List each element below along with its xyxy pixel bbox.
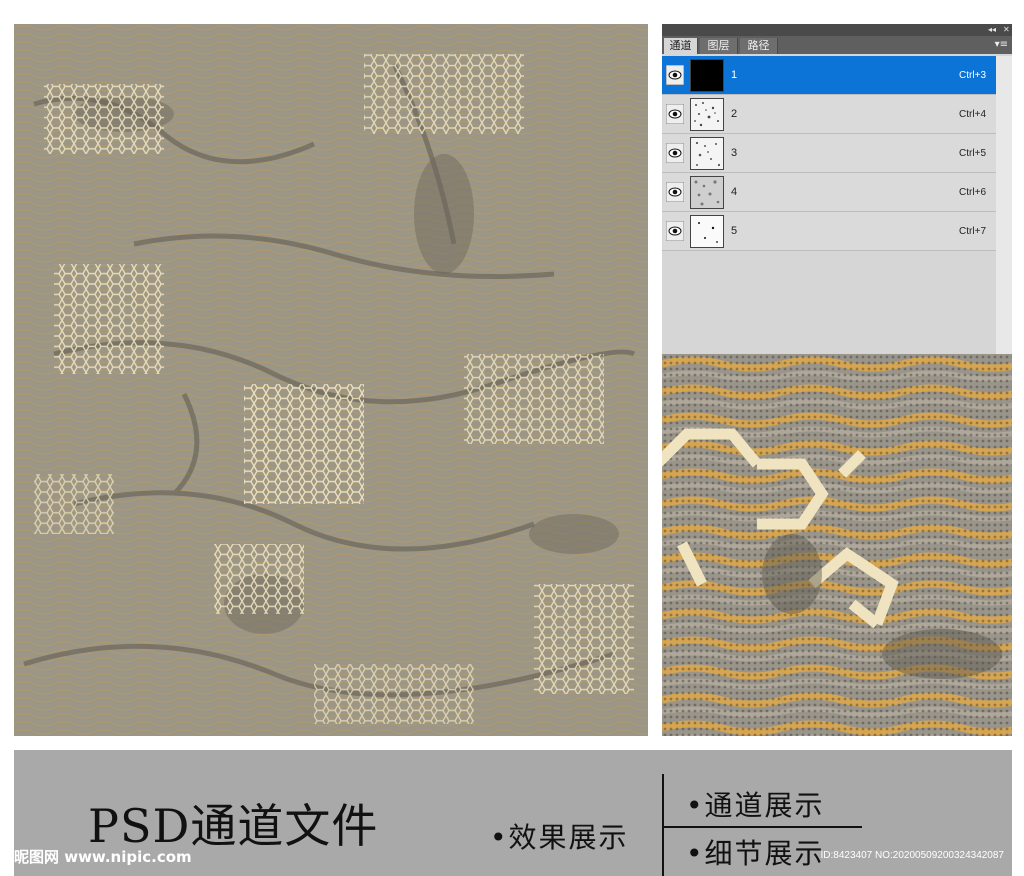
tab-channels[interactable]: 通道	[664, 38, 698, 54]
channel-row[interactable]: 4 Ctrl+6	[662, 173, 996, 212]
channels-panel: ◂◂ ✕ 通道 图层 路径 ▾≡ 1 Ctrl+3 2 Ctrl+4 3 Ctr…	[662, 24, 1012, 354]
channel-name: 3	[731, 147, 738, 159]
channel-row[interactable]: 3 Ctrl+5	[662, 134, 996, 173]
channel-name: 5	[731, 225, 738, 237]
channel-shortcut: Ctrl+6	[959, 187, 986, 198]
channel-shortcut: Ctrl+4	[959, 109, 986, 120]
watermark-site: 昵图网 www.nipic.com	[14, 848, 192, 866]
close-icon[interactable]: ✕	[1003, 24, 1010, 36]
channel-shortcut: Ctrl+7	[959, 226, 986, 237]
channel-row[interactable]: 1 Ctrl+3	[662, 56, 996, 95]
channel-thumbnail	[690, 59, 724, 92]
channel-thumbnail	[690, 98, 724, 131]
channel-thumbnail	[690, 215, 724, 248]
visibility-eye-icon[interactable]	[666, 104, 684, 124]
collapse-icon[interactable]: ◂◂	[988, 24, 996, 36]
channel-name: 4	[731, 186, 738, 198]
channel-name: 1	[731, 69, 738, 81]
detail-preview-image	[662, 354, 1012, 736]
effect-preview-image	[14, 24, 648, 736]
tab-paths[interactable]: 路径	[740, 38, 778, 54]
panel-titlebar: ◂◂ ✕	[662, 24, 1012, 36]
channel-name: 2	[731, 108, 738, 120]
channel-shortcut: Ctrl+3	[959, 70, 986, 81]
channel-thumbnail	[690, 137, 724, 170]
channel-shortcut: Ctrl+5	[959, 148, 986, 159]
tab-layers[interactable]: 图层	[700, 38, 738, 54]
panel-scrollbar[interactable]	[996, 56, 1012, 354]
caption-effect: •效果展示	[490, 821, 629, 854]
visibility-eye-icon[interactable]	[666, 221, 684, 241]
caption-horizontal-divider	[662, 826, 862, 828]
channel-row[interactable]: 2 Ctrl+4	[662, 95, 996, 134]
visibility-eye-icon[interactable]	[666, 143, 684, 163]
visibility-eye-icon[interactable]	[666, 182, 684, 202]
caption-bar: PSD通道文件 •效果展示 •通道展示 •细节展示 昵图网 www.nipic.…	[14, 750, 1012, 876]
channel-thumbnail	[690, 176, 724, 209]
panel-menu-icon[interactable]: ▾≡	[995, 39, 1008, 51]
panel-tabs: 通道 图层 路径 ▾≡	[662, 36, 1012, 54]
caption-detail: •细节展示	[686, 837, 825, 870]
channel-list: 1 Ctrl+3 2 Ctrl+4 3 Ctrl+5 4 Ctrl+6 5 Ct…	[662, 56, 996, 251]
channel-row[interactable]: 5 Ctrl+7	[662, 212, 996, 251]
caption-channels: •通道展示	[686, 789, 825, 822]
visibility-eye-icon[interactable]	[666, 65, 684, 85]
watermark-id: ID:8423407 NO:20200509200324342087	[820, 850, 1005, 861]
caption-vertical-divider	[662, 774, 664, 876]
